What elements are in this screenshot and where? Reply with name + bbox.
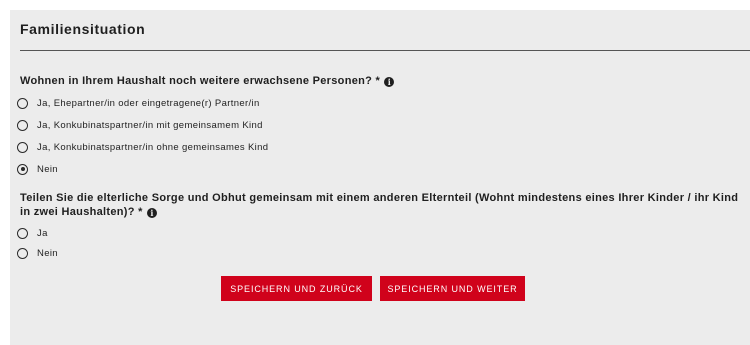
section-title: Familiensituation xyxy=(20,21,146,37)
family-situation-panel: Familiensituation Wohnen in Ihrem Hausha… xyxy=(10,10,750,345)
radio-option-partner-with-child[interactable]: Ja, Konkubinatspartner/in mit gemeinsame… xyxy=(17,118,263,132)
radio-label: Ja, Konkubinatspartner/in ohne gemeinsam… xyxy=(37,141,269,153)
title-divider xyxy=(20,50,750,51)
radio-label: Ja, Ehepartner/in oder eingetragene(r) P… xyxy=(37,97,260,109)
radio-option-partner-without-child[interactable]: Ja, Konkubinatspartner/in ohne gemeinsam… xyxy=(17,140,268,154)
radio-button[interactable] xyxy=(17,227,28,239)
question-text: Wohnen in Ihrem Haushalt noch weitere er… xyxy=(20,75,381,87)
info-icon[interactable]: i xyxy=(147,208,158,218)
save-and-back-button[interactable]: SPEICHERN UND ZURÜCK xyxy=(221,276,372,301)
question-text: Teilen Sie die elterliche Sorge und Obhu… xyxy=(20,192,739,218)
save-and-next-button[interactable]: SPEICHERN UND WEITER xyxy=(380,276,525,301)
radio-label: Ja xyxy=(37,227,48,239)
radio-button-selected[interactable] xyxy=(17,163,28,175)
radio-button[interactable] xyxy=(17,247,28,259)
radio-option-spouse[interactable]: Ja, Ehepartner/in oder eingetragene(r) P… xyxy=(17,96,260,110)
radio-label: Nein xyxy=(37,247,58,259)
radio-label: Nein xyxy=(37,163,58,175)
radio-option-no[interactable]: Nein xyxy=(17,162,58,176)
radio-button[interactable] xyxy=(17,119,28,131)
radio-option-no[interactable]: Nein xyxy=(17,246,58,260)
radio-button[interactable] xyxy=(17,97,28,109)
info-icon[interactable]: i xyxy=(384,77,395,87)
radio-option-yes[interactable]: Ja xyxy=(17,226,48,240)
question-adults-in-household: Wohnen in Ihrem Haushalt noch weitere er… xyxy=(20,74,740,88)
radio-button[interactable] xyxy=(17,141,28,153)
question-shared-custody: Teilen Sie die elterliche Sorge und Obhu… xyxy=(20,191,745,219)
radio-label: Ja, Konkubinatspartner/in mit gemeinsame… xyxy=(37,119,263,131)
